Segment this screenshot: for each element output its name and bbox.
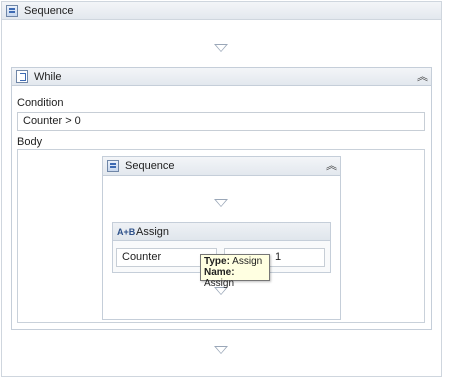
outer-sequence-title: Sequence: [24, 5, 74, 17]
assign-header[interactable]: A+B Assign: [112, 222, 331, 241]
tooltip-type-label: Type:: [204, 256, 230, 267]
while-title: While: [34, 71, 62, 83]
drop-target-arrow-icon[interactable]: [214, 346, 228, 354]
inner-sequence-header[interactable]: Sequence ︽: [102, 156, 341, 176]
while-header[interactable]: While ︽: [11, 67, 432, 86]
activity-tooltip: Type: Assign Name: Assign: [200, 254, 270, 289]
while-loop-icon: [16, 70, 28, 83]
sequence-icon: [6, 5, 18, 17]
outer-sequence-header[interactable]: Sequence: [1, 1, 442, 20]
condition-label: Condition: [17, 97, 64, 109]
drop-target-arrow-icon[interactable]: [214, 44, 228, 52]
condition-input[interactable]: Counter > 0: [17, 112, 425, 131]
body-label: Body: [17, 136, 43, 148]
tooltip-name-label: Name:: [204, 267, 235, 278]
assign-icon: A+B: [117, 227, 136, 237]
tooltip-name-value: Assign: [204, 278, 235, 289]
tooltip-type-value: Assign: [232, 256, 263, 267]
assign-title: Assign: [136, 226, 170, 238]
inner-sequence-title: Sequence: [125, 160, 175, 172]
drop-target-arrow-icon[interactable]: [214, 199, 228, 207]
inner-sequence-collapse-icon[interactable]: ︽: [326, 161, 337, 172]
while-collapse-icon[interactable]: ︽: [417, 72, 428, 83]
sequence-icon: [107, 160, 119, 172]
